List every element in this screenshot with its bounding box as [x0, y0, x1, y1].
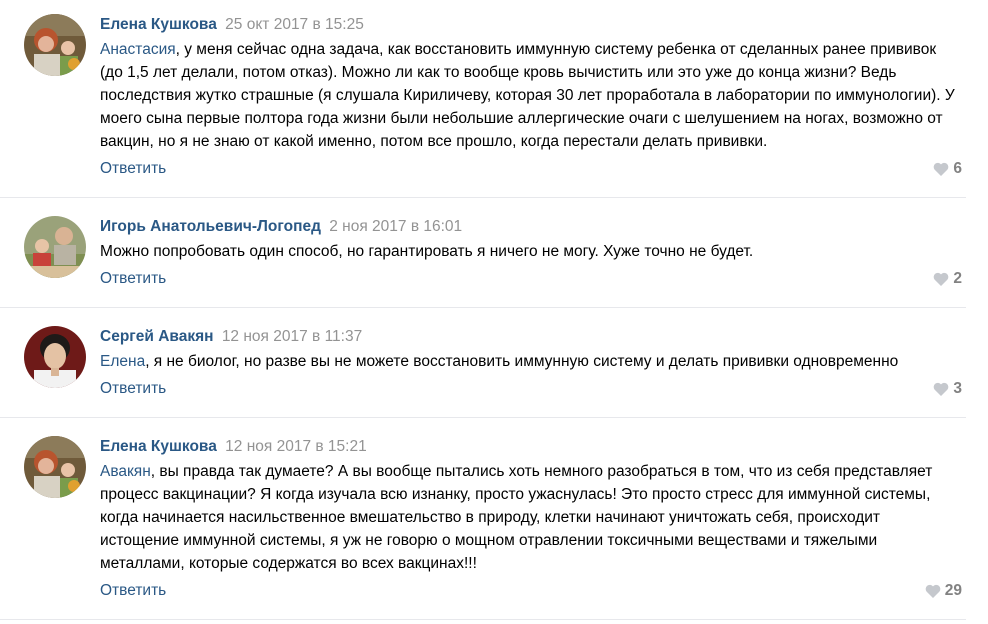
heart-icon [934, 272, 949, 286]
like-button[interactable]: 29 [925, 581, 962, 601]
comment-item: Елена Кушкова 25 окт 2017 в 15:25 Анаста… [0, 0, 966, 198]
author-name[interactable]: Елена Кушкова [100, 438, 217, 455]
comment-header: Елена Кушкова 25 окт 2017 в 15:25 [100, 14, 966, 36]
avatar[interactable] [24, 14, 86, 76]
like-count: 3 [953, 380, 962, 397]
comment-text: Можно попробовать один способ, но гарант… [100, 240, 962, 263]
comment-item: Игорь Анатольевич-Логопед 2 ноя 2017 в 1… [0, 198, 966, 308]
reply-button[interactable]: Ответить [100, 581, 166, 601]
author-name[interactable]: Игорь Анатольевич-Логопед [100, 218, 321, 235]
comment-content: Елена Кушкова 25 окт 2017 в 15:25 Анаста… [100, 14, 966, 153]
comment-header: Елена Кушкова 12 ноя 2017 в 15:21 [100, 436, 966, 458]
author-name[interactable]: Сергей Авакян [100, 328, 214, 345]
comment-body: Можно попробовать один способ, но гарант… [100, 243, 754, 260]
comment-date[interactable]: 2 ноя 2017 в 16:01 [329, 218, 462, 235]
reply-button[interactable]: Ответить [100, 159, 166, 179]
comment-text: Авакян, вы правда так думаете? А вы вооб… [100, 460, 962, 575]
comment-content: Елена Кушкова 12 ноя 2017 в 15:21 Авакян… [100, 436, 966, 575]
comment-body: , я не биолог, но разве вы не можете вос… [145, 353, 899, 370]
comment-item: Елена Кушкова 12 ноя 2017 в 15:21 Авакян… [0, 418, 966, 620]
comment-item: Сергей Авакян 12 ноя 2017 в 11:37 Елена,… [0, 308, 966, 418]
like-count: 2 [953, 270, 962, 287]
reply-button[interactable]: Ответить [100, 269, 166, 289]
like-count: 6 [953, 160, 962, 177]
avatar[interactable] [24, 216, 86, 278]
woman-with-child-photo-icon [24, 14, 86, 76]
comment-date[interactable]: 12 ноя 2017 в 15:21 [225, 438, 367, 455]
comment-text: Анастасия, у меня сейчас одна задача, ка… [100, 38, 962, 153]
like-count: 29 [944, 582, 962, 599]
heart-icon [934, 382, 949, 396]
comment-content: Сергей Авакян 12 ноя 2017 в 11:37 Елена,… [100, 326, 966, 373]
man-portrait-photo-icon [24, 326, 86, 388]
heart-icon [925, 584, 941, 598]
mention-link[interactable]: Анастасия [100, 41, 176, 58]
reply-button[interactable]: Ответить [100, 379, 166, 399]
comment-header: Игорь Анатольевич-Логопед 2 ноя 2017 в 1… [100, 216, 966, 238]
like-button[interactable]: 6 [933, 159, 962, 179]
like-button[interactable]: 2 [933, 269, 962, 289]
comments-feed: Елена Кушкова 25 окт 2017 в 15:25 Анаста… [0, 0, 988, 624]
like-button[interactable]: 3 [933, 379, 962, 399]
comment-body: , у меня сейчас одна задача, как восстан… [100, 41, 955, 150]
mention-link[interactable]: Авакян [100, 463, 151, 480]
comment-body: , вы правда так думаете? А вы вообще пыт… [100, 463, 933, 572]
comment-date[interactable]: 25 окт 2017 в 15:25 [225, 16, 364, 33]
man-with-child-photo-icon [24, 216, 86, 278]
comment-date[interactable]: 12 ноя 2017 в 11:37 [222, 328, 362, 345]
comment-header: Сергей Авакян 12 ноя 2017 в 11:37 [100, 326, 966, 348]
avatar[interactable] [24, 436, 86, 498]
heart-icon [934, 162, 949, 176]
comment-text: Елена, я не биолог, но разве вы не может… [100, 350, 962, 373]
woman-with-child-photo-icon [24, 436, 86, 498]
mention-link[interactable]: Елена [100, 353, 145, 370]
avatar[interactable] [24, 326, 86, 388]
comment-content: Игорь Анатольевич-Логопед 2 ноя 2017 в 1… [100, 216, 966, 263]
author-name[interactable]: Елена Кушкова [100, 16, 217, 33]
